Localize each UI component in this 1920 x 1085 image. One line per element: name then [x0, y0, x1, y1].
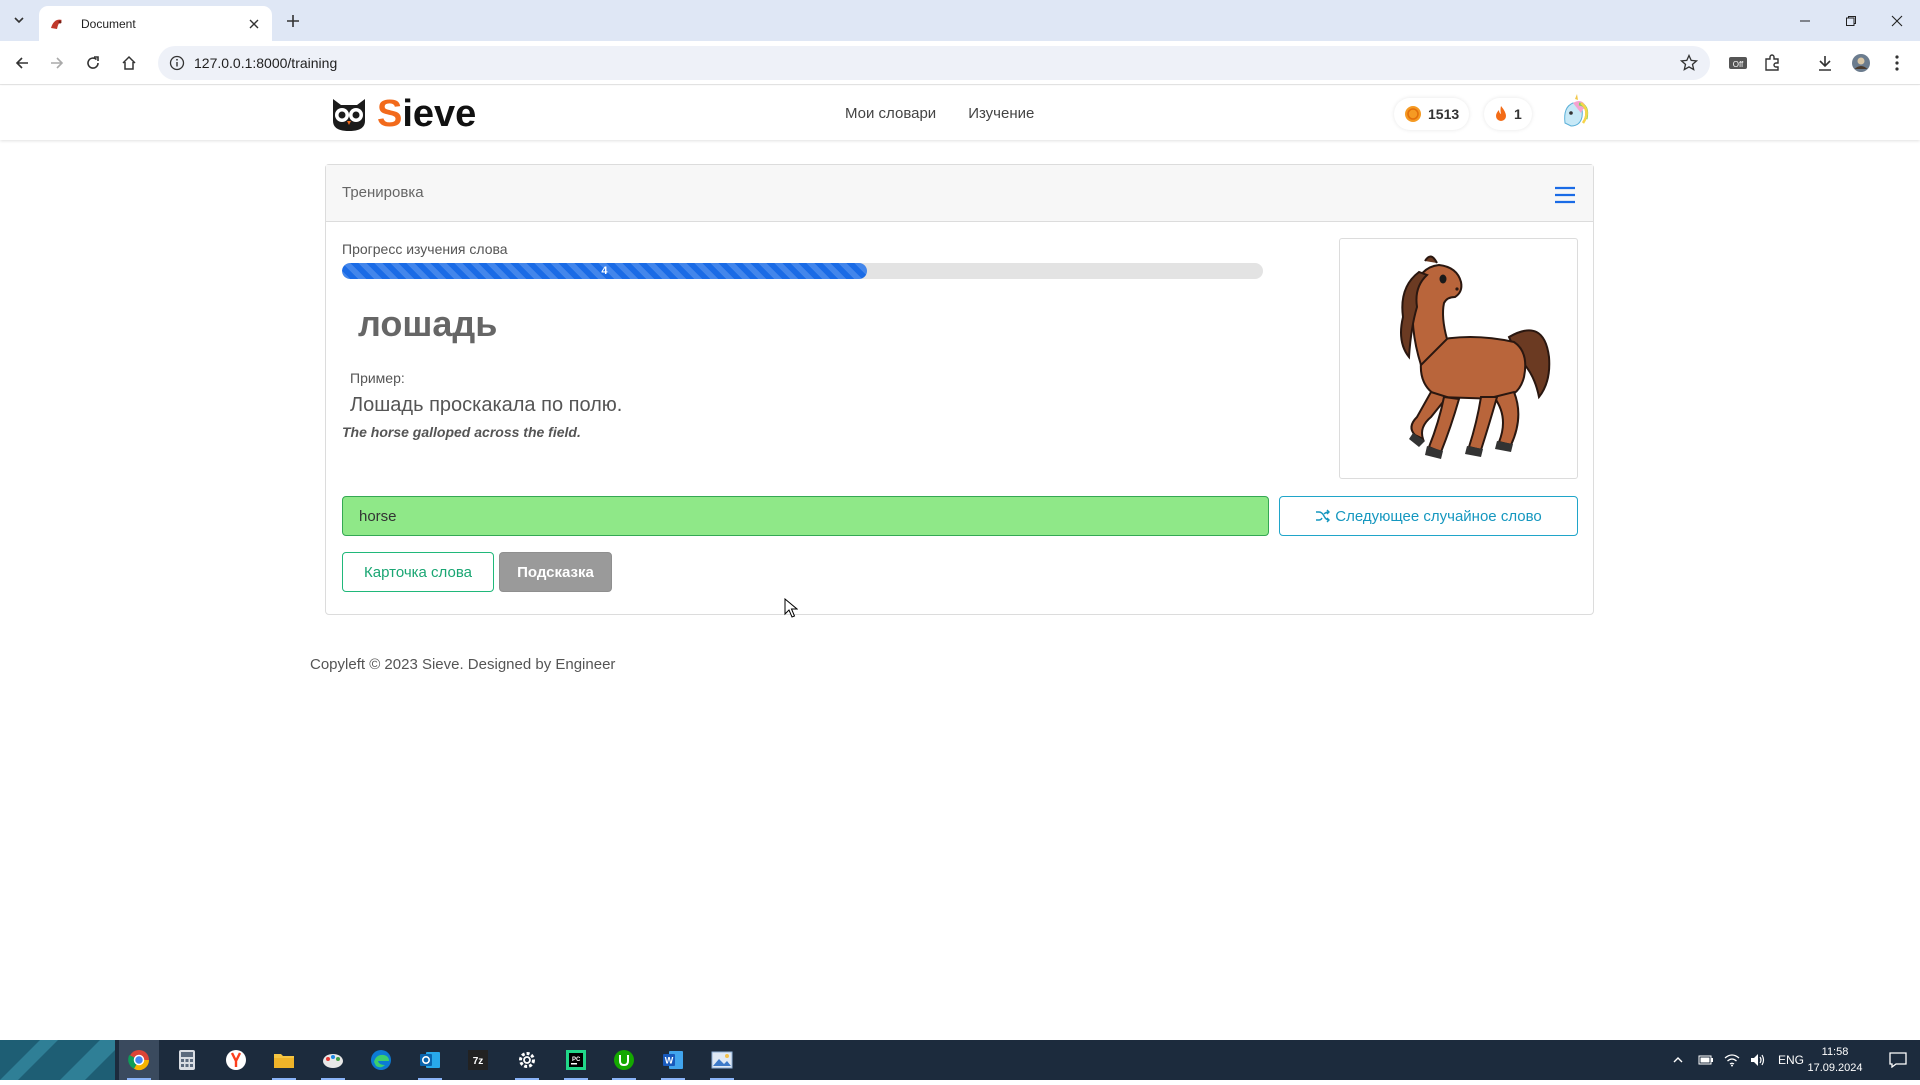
- taskbar-settings-gear-icon[interactable]: [507, 1040, 547, 1080]
- brand-logo[interactable]: Sieve: [329, 92, 477, 135]
- study-word: лошадь: [358, 303, 498, 344]
- taskbar-file-explorer-icon[interactable]: [264, 1040, 304, 1080]
- mouse-cursor-icon: [784, 598, 798, 618]
- coins-count: 1513: [1428, 106, 1460, 122]
- nav-my-dictionaries[interactable]: Мои словари: [845, 105, 936, 122]
- bookmark-star-icon[interactable]: [1680, 54, 1698, 72]
- brand-name: Sieve: [377, 92, 477, 135]
- nav-study[interactable]: Изучение: [968, 105, 1034, 122]
- address-bar[interactable]: 127.0.0.1:8000/training: [158, 46, 1710, 80]
- tray-expand-chevron-icon[interactable]: [1672, 1054, 1684, 1066]
- system-tray: ENG: [1672, 1040, 1804, 1080]
- taskbar-calculator-icon[interactable]: [167, 1040, 207, 1080]
- training-card: Тренировка Прогресс изучения слова 4 лош…: [325, 164, 1594, 615]
- next-random-word-button[interactable]: Следующее случайное слово: [1279, 496, 1578, 536]
- notifications-icon[interactable]: [1878, 1040, 1918, 1080]
- browser-menu-icon[interactable]: [1885, 51, 1909, 75]
- close-tab-icon[interactable]: [246, 16, 262, 32]
- new-tab-plus-icon[interactable]: [282, 10, 304, 32]
- browser-toolbar: 127.0.0.1:8000/training Off: [0, 41, 1920, 85]
- downloads-icon[interactable]: [1813, 51, 1837, 75]
- taskbar-word-icon[interactable]: W: [653, 1040, 693, 1080]
- svg-text:PC: PC: [572, 1057, 581, 1063]
- minimize-window-icon[interactable]: [1782, 0, 1828, 41]
- site-navbar: Sieve Мои словари Изучение 1513 1: [0, 86, 1920, 140]
- close-window-icon[interactable]: [1874, 0, 1920, 41]
- hint-button[interactable]: Подсказка: [499, 552, 612, 592]
- extensions-puzzle-icon[interactable]: [1760, 51, 1784, 75]
- browser-tab[interactable]: Document: [39, 6, 272, 41]
- svg-text:7z: 7z: [473, 1056, 484, 1067]
- back-arrow-icon[interactable]: [10, 51, 34, 75]
- taskbar-paint-app-icon[interactable]: [313, 1040, 353, 1080]
- owl-logo-icon: [333, 99, 365, 131]
- clock-date: 17.09.2024: [1807, 1062, 1863, 1074]
- tab-search-chevron-icon[interactable]: [8, 9, 30, 31]
- restore-window-icon[interactable]: [1828, 0, 1874, 41]
- coins-badge[interactable]: 1513: [1394, 98, 1470, 130]
- example-sentence-en: The horse galloped across the field.: [342, 424, 581, 440]
- taskbar-clock[interactable]: 11:58 17.09.2024: [1790, 1044, 1880, 1076]
- horse-illustration-icon: [1399, 255, 1550, 459]
- user-avatar-icon[interactable]: [1553, 93, 1593, 133]
- card-title: Тренировка: [342, 184, 424, 201]
- taskbar-chrome-icon[interactable]: [119, 1040, 159, 1080]
- home-icon[interactable]: [117, 51, 141, 75]
- start-logo-icon: [0, 1040, 115, 1080]
- taskbar-image-viewer-icon[interactable]: [702, 1040, 742, 1080]
- forward-arrow-icon[interactable]: [45, 51, 69, 75]
- answer-input[interactable]: [342, 496, 1269, 536]
- coin-icon: [1405, 106, 1421, 122]
- hamburger-menu-icon[interactable]: [1553, 185, 1577, 205]
- example-sentence-ru: Лошадь проскакала по полю.: [350, 394, 623, 416]
- word-image: [1339, 238, 1578, 479]
- main-nav: Мои словари Изучение: [845, 86, 1034, 140]
- taskbar-upwork-icon[interactable]: [604, 1040, 644, 1080]
- taskbar-pycharm-icon[interactable]: PC: [556, 1040, 596, 1080]
- taskbar-yandex-browser-icon[interactable]: [216, 1040, 256, 1080]
- word-progress-fill: 4: [342, 263, 867, 279]
- battery-icon[interactable]: [1698, 1054, 1714, 1066]
- sieve-favicon-icon: [51, 19, 62, 29]
- windows-taskbar: 7z PC W ENG 11:58 17.09.2024: [0, 1040, 1920, 1080]
- adblock-off-icon[interactable]: Off: [1726, 51, 1750, 75]
- taskbar-7zip-icon[interactable]: 7z: [458, 1040, 498, 1080]
- word-card-button[interactable]: Карточка слова: [342, 552, 494, 592]
- example-label: Пример:: [350, 370, 405, 386]
- word-progress-bar: 4: [342, 263, 1263, 279]
- profile-avatar-icon[interactable]: [1849, 51, 1873, 75]
- wifi-icon[interactable]: [1724, 1053, 1740, 1067]
- card-header: Тренировка: [326, 165, 1593, 222]
- site-info-icon[interactable]: [169, 55, 185, 71]
- streak-count: 1: [1514, 106, 1522, 122]
- shuffle-icon: [1316, 509, 1331, 523]
- clock-time: 11:58: [1821, 1046, 1849, 1058]
- start-button[interactable]: [0, 1040, 115, 1080]
- volume-icon[interactable]: [1750, 1053, 1766, 1067]
- tab-title: Document: [81, 16, 136, 31]
- svg-text:Off: Off: [1733, 60, 1744, 69]
- footer-text: Copyleft © 2023 Sieve. Designed by Engin…: [310, 656, 616, 673]
- flame-icon: [1496, 106, 1506, 121]
- browser-tab-bar: Document: [0, 0, 1920, 41]
- url-text[interactable]: 127.0.0.1:8000/training: [194, 55, 337, 71]
- next-random-word-label: Следующее случайное слово: [1335, 507, 1542, 525]
- reload-icon[interactable]: [81, 51, 105, 75]
- taskbar-outlook-icon[interactable]: [410, 1040, 450, 1080]
- svg-text:W: W: [665, 1056, 674, 1066]
- progress-label: Прогресс изучения слова: [342, 241, 508, 257]
- streak-badge[interactable]: 1: [1484, 98, 1532, 130]
- taskbar-edge-icon[interactable]: [361, 1040, 401, 1080]
